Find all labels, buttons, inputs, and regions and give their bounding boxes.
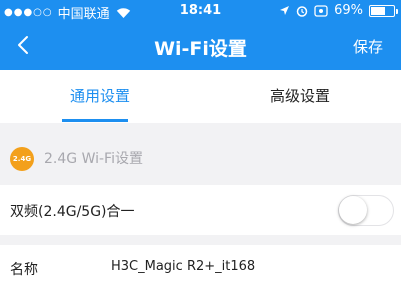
dual-band-toggle[interactable] [338,195,394,226]
battery-percent: 69% [334,3,363,18]
section-title: 2.4G Wi-Fi设置 [44,151,143,167]
wifi-name-row[interactable]: 名称 H3C_Magic R2+_it168 [0,245,401,287]
screen-lock-icon [314,4,328,17]
battery-icon [369,4,398,17]
wifi-name-label: 名称 [10,262,38,278]
save-button[interactable]: 保存 [353,36,383,57]
alarm-icon [296,5,308,17]
toggle-knob [339,196,367,224]
dual-band-row: 双频(2.4G/5G)合一 [0,185,401,235]
location-icon [280,6,290,15]
band-2-4g-badge-icon: 2.4G [10,147,34,171]
tab-advanced-settings[interactable]: 高级设置 [200,70,400,123]
active-tab-indicator [62,119,128,122]
tab-general-settings[interactable]: 通用设置 [0,70,200,123]
page-title: Wi-Fi设置 [154,38,247,60]
status-bar: ●●●○○ 中国联通 18:41 69% [0,0,401,22]
dual-band-label: 双频(2.4G/5G)合一 [10,204,135,220]
tab-bar: 通用设置 高级设置 [0,70,401,123]
wifi-name-value[interactable]: H3C_Magic R2+_it168 [111,259,255,274]
header: ●●●○○ 中国联通 18:41 69% Wi-Fi设置 保存 [0,0,401,70]
navbar: Wi-Fi设置 保存 [0,22,401,70]
